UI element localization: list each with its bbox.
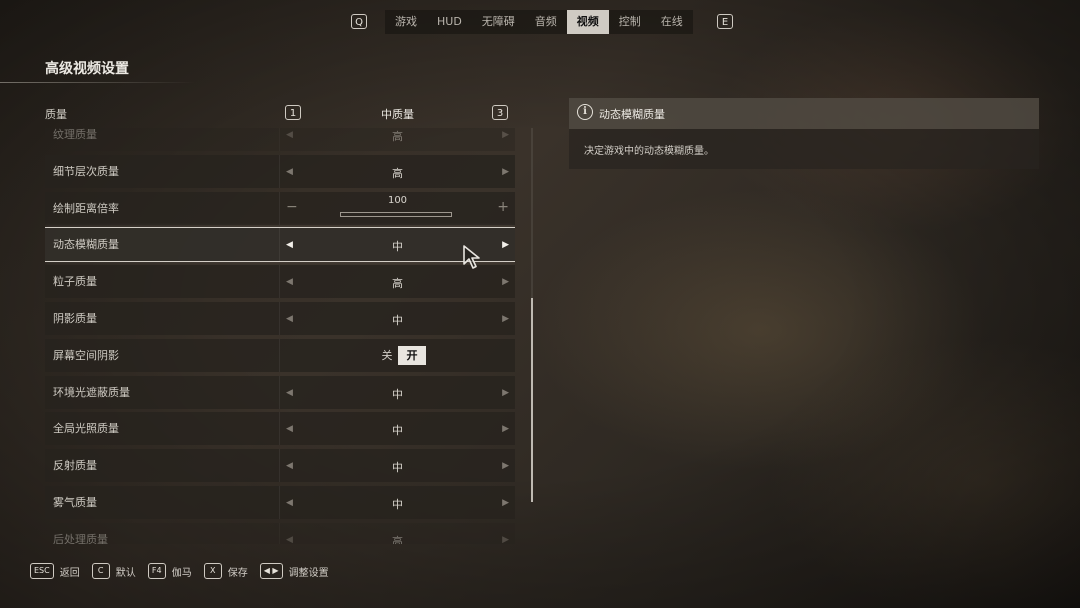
setting-name: 后处理质量 <box>45 523 280 544</box>
setting-name: 环境光遮蔽质量 <box>45 375 280 409</box>
draw-distance-slider[interactable] <box>340 211 452 217</box>
quality-preset-value: 中质量 <box>381 108 414 121</box>
info-panel-body: 决定游戏中的动态模糊质量。 <box>569 129 1039 169</box>
plus-icon[interactable]: + <box>497 199 509 215</box>
setting-value: 高 <box>392 130 403 143</box>
setting-name: 全局光照质量 <box>45 412 280 446</box>
footer-hints: ESC 返回 C 默认 F4 伽马 X 保存 ◀ ▶ 调整设置 <box>30 562 341 580</box>
setting-name: 绘制距离倍率 <box>45 191 280 225</box>
setting-value: 高 <box>392 277 403 291</box>
mouse-cursor-icon <box>463 245 480 269</box>
info-panel-description: 决定游戏中的动态模糊质量。 <box>584 146 714 157</box>
x-key-icon: X <box>203 563 222 579</box>
setting-row-lod-quality[interactable]: 细节层次质量 ◀ 高 ▶ <box>45 154 515 188</box>
page-title: 高级视频设置 <box>45 61 129 77</box>
setting-row-reflection-quality[interactable]: 反射质量 ◀ 中 ▶ <box>45 449 515 483</box>
next-tab-key[interactable]: E <box>717 14 733 29</box>
arrow-keys-icon: ◀ ▶ <box>259 563 283 579</box>
esc-key-icon: ESC <box>30 563 54 579</box>
setting-value: 中 <box>392 313 403 327</box>
tab-accessibility[interactable]: 无障碍 <box>472 10 525 34</box>
setting-value: 中 <box>392 387 403 401</box>
tab-hud[interactable]: HUD <box>427 10 472 34</box>
arrow-right-icon[interactable]: ▶ <box>502 498 509 508</box>
prev-tab-key[interactable]: Q <box>351 14 367 29</box>
gamma-hint[interactable]: F4 伽马 <box>147 563 192 579</box>
setting-row-motion-blur-quality[interactable]: 动态模糊质量 ◀ 中 ▶ <box>45 227 515 263</box>
settings-list[interactable]: 纹理质量 ◀ 高 ▶ 细节层次质量 ◀ 高 ▶ 绘制距离倍率 − 100 + 动… <box>45 128 515 544</box>
c-key-icon: C <box>91 563 110 579</box>
settings-tabs: 游戏 HUD 无障碍 音频 视频 控制 在线 <box>385 10 693 34</box>
slider-value: 100 <box>387 194 408 206</box>
setting-value: 中 <box>392 461 403 475</box>
arrow-right-icon[interactable]: ▶ <box>502 461 509 471</box>
preset-left-key[interactable]: 1 <box>285 105 301 120</box>
setting-name: 细节层次质量 <box>45 154 280 188</box>
back-hint[interactable]: ESC 返回 <box>30 563 80 579</box>
setting-row-fog-quality[interactable]: 雾气质量 ◀ 中 ▶ <box>45 485 515 519</box>
setting-row-global-illumination[interactable]: 全局光照质量 ◀ 中 ▶ <box>45 412 515 446</box>
info-panel-header: i 动态模糊质量 <box>569 98 1039 129</box>
hint-label: 默认 <box>115 567 136 579</box>
setting-name: 阴影质量 <box>45 301 280 335</box>
screen-space-shadows-toggle[interactable]: 关 开 <box>376 345 426 365</box>
setting-name: 屏幕空间阴影 <box>45 338 280 372</box>
setting-name: 纹理质量 <box>45 128 280 151</box>
setting-row-particle-quality[interactable]: 粒子质量 ◀ 高 ▶ <box>45 265 515 299</box>
setting-name: 雾气质量 <box>45 485 280 519</box>
quality-preset-row[interactable]: 质量 1 中质量 3 <box>45 100 515 126</box>
preset-right-key[interactable]: 3 <box>492 105 508 120</box>
hint-label: 保存 <box>227 567 248 579</box>
toggle-off-option[interactable]: 关 <box>376 346 398 365</box>
setting-value: 中 <box>392 424 403 438</box>
arrow-right-icon[interactable]: ▶ <box>502 388 509 398</box>
f4-key-icon: F4 <box>147 563 166 579</box>
setting-row-post-processing[interactable]: 后处理质量 ◀ 高 ▶ <box>45 522 515 544</box>
hint-label: 调整设置 <box>288 567 329 579</box>
arrow-right-icon[interactable]: ▶ <box>502 424 509 434</box>
tab-video[interactable]: 视频 <box>566 10 609 34</box>
tab-online[interactable]: 在线 <box>651 10 693 34</box>
setting-row-texture-quality[interactable]: 纹理质量 ◀ 高 ▶ <box>45 128 515 151</box>
arrow-right-icon[interactable]: ▶ <box>502 167 509 177</box>
setting-name: 粒子质量 <box>45 265 280 299</box>
setting-value: 高 <box>392 166 403 180</box>
hint-label: 返回 <box>59 567 80 579</box>
setting-row-shadow-quality[interactable]: 阴影质量 ◀ 中 ▶ <box>45 301 515 335</box>
quality-preset-label: 质量 <box>45 108 67 121</box>
arrow-right-icon[interactable]: ▶ <box>502 314 509 324</box>
adjust-setting-hint[interactable]: ◀ ▶ 调整设置 <box>259 563 329 579</box>
setting-name: 动态模糊质量 <box>45 228 280 262</box>
info-panel-title: 动态模糊质量 <box>599 108 665 121</box>
arrow-right-icon[interactable]: ▶ <box>502 130 509 140</box>
setting-row-draw-distance[interactable]: 绘制距离倍率 − 100 + <box>45 191 515 225</box>
hint-label: 伽马 <box>171 567 192 579</box>
info-icon: i <box>577 104 593 120</box>
setting-value: 中 <box>392 497 403 511</box>
setting-name: 反射质量 <box>45 449 280 483</box>
setting-value: 高 <box>392 534 403 544</box>
tab-audio[interactable]: 音频 <box>525 10 567 34</box>
arrow-right-icon[interactable]: ▶ <box>502 277 509 287</box>
arrow-right-icon[interactable]: ▶ <box>502 240 509 250</box>
save-hint[interactable]: X 保存 <box>203 563 248 579</box>
list-scrollbar-thumb[interactable] <box>531 298 533 502</box>
default-hint[interactable]: C 默认 <box>91 563 136 579</box>
toggle-on-option[interactable]: 开 <box>398 345 426 365</box>
setting-row-ambient-occlusion[interactable]: 环境光遮蔽质量 ◀ 中 ▶ <box>45 375 515 409</box>
tab-controls[interactable]: 控制 <box>609 10 651 34</box>
arrow-right-icon[interactable]: ▶ <box>502 535 509 544</box>
setting-row-screen-space-shadows[interactable]: 屏幕空间阴影 关 开 <box>45 338 515 372</box>
title-divider <box>0 82 195 83</box>
tab-game[interactable]: 游戏 <box>385 10 427 34</box>
